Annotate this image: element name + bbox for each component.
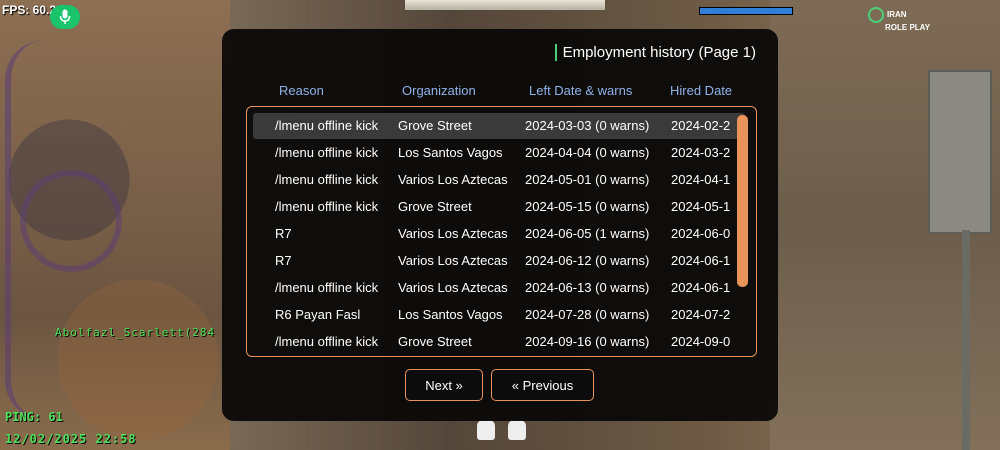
ceiling-light xyxy=(405,0,605,10)
logo-line-2: ROLE PLAY xyxy=(885,23,931,32)
column-headers: Reason Organization Left Date & warns Hi… xyxy=(222,83,778,103)
microphone-icon xyxy=(59,9,71,24)
reason-cell: R6 Payan Fasl xyxy=(275,307,361,322)
hired-date-cell: 2024-06-1 xyxy=(671,280,731,295)
column-header-organization: Organization xyxy=(402,83,476,98)
reason-cell: /lmenu offline kick xyxy=(275,199,379,214)
organization-cell: Grove Street xyxy=(398,334,472,349)
microphone-button[interactable] xyxy=(50,5,80,29)
history-list[interactable]: /lmenu offline kick Grove Street 2024-09-1… xyxy=(246,106,757,357)
hired-date-cell: 2024-06-0 xyxy=(671,226,731,241)
ping-display: PING: 61 xyxy=(5,410,63,424)
hired-date-cell: 2024-05-1 xyxy=(671,199,731,214)
organization-cell: Grove Street xyxy=(398,118,472,133)
history-row[interactable]: /lmenu offline kick Grove Street 2024-09-1… xyxy=(253,329,745,355)
history-row[interactable]: /lmenu offline kick Los Santos Vagos 2024-… xyxy=(253,140,745,166)
left-date-cell: 2024-03-03 (0 warns) xyxy=(525,118,650,133)
reason-cell: /lmenu offline kick xyxy=(275,334,379,349)
reason-cell: /lmenu offline kick xyxy=(275,145,379,160)
employment-history-dialog: Employment history (Page 1) Reason Organ… xyxy=(222,29,778,421)
left-date-cell: 2024-06-13 (0 warns) xyxy=(525,280,650,295)
left-date-cell: 2024-05-01 (0 warns) xyxy=(525,172,650,187)
player-nametag: Abolfazl_Scarlett(284 xyxy=(55,326,216,339)
hired-date-cell: 2024-09-0 xyxy=(671,334,731,349)
server-logo: IRAN ROLE PLAY xyxy=(868,7,930,32)
previous-page-button[interactable]: « Previous xyxy=(491,369,594,401)
history-row[interactable]: R7 Varios Los Aztecas 2024-06-05 (1 warns)… xyxy=(253,221,745,247)
reason-cell: /lmenu offline kick xyxy=(275,280,379,295)
date-time-display: 12/02/2025 22:58 xyxy=(5,432,137,446)
organization-cell: Varios Los Aztecas xyxy=(398,226,508,241)
reason-cell: R7 xyxy=(275,226,292,241)
column-header-reason: Reason xyxy=(279,83,324,98)
scene-right-wall xyxy=(770,0,1000,450)
left-date-cell: 2024-05-15 (0 warns) xyxy=(525,199,650,214)
column-header-left-date: Left Date & warns xyxy=(529,83,633,98)
organization-cell: Los Santos Vagos xyxy=(398,145,503,160)
hired-date-cell: 2024-04-1 xyxy=(671,172,731,187)
logo-line-1: IRAN xyxy=(887,10,907,20)
organization-cell: Los Santos Vagos xyxy=(398,307,503,322)
history-row[interactable]: R7 Varios Los Aztecas 2024-06-12 (0 warns)… xyxy=(253,248,745,274)
pipe xyxy=(962,230,970,450)
logo-icon xyxy=(868,7,884,23)
left-date-cell: 2024-04-04 (0 warns) xyxy=(525,145,650,160)
fps-counter: FPS: 60.2 xyxy=(2,3,57,17)
electrical-panel xyxy=(928,70,992,234)
graffiti-circle xyxy=(20,170,122,272)
left-date-cell: 2024-06-05 (1 warns) xyxy=(525,226,650,241)
reason-cell: /lmenu offline kick xyxy=(275,118,379,133)
organization-cell: Grove Street xyxy=(398,199,472,214)
organization-cell: Varios Los Aztecas xyxy=(398,172,508,187)
list-scrollbar[interactable] xyxy=(737,115,748,287)
history-row[interactable]: /lmenu offline kick Grove Street 2024-03-0… xyxy=(253,113,745,139)
history-row[interactable]: R6 Payan Fasl Los Santos Vagos 2024-07-28 … xyxy=(253,302,745,328)
hired-date-cell: 2024-07-2 xyxy=(671,307,731,322)
history-row[interactable]: /lmenu offline kick Grove Street 2024-05-1… xyxy=(253,194,745,220)
scene-left-wall xyxy=(0,0,230,450)
player-feet xyxy=(475,420,530,440)
next-page-button[interactable]: Next » xyxy=(405,369,483,401)
history-row[interactable]: /lmenu offline kick Varios Los Aztecas 202… xyxy=(253,275,745,301)
hired-date-cell: 2024-06-1 xyxy=(671,253,731,268)
reason-cell: /lmenu offline kick xyxy=(275,172,379,187)
health-bar-fill xyxy=(700,8,792,14)
health-bar xyxy=(699,7,793,15)
left-date-cell: 2024-06-12 (0 warns) xyxy=(525,253,650,268)
dialog-title: Employment history (Page 1) xyxy=(554,44,756,61)
hired-date-cell: 2024-02-2 xyxy=(671,118,731,133)
organization-cell: Varios Los Aztecas xyxy=(398,280,508,295)
reason-cell: R7 xyxy=(275,253,292,268)
organization-cell: Varios Los Aztecas xyxy=(398,253,508,268)
hired-date-cell: 2024-03-2 xyxy=(671,145,731,160)
history-row[interactable]: /lmenu offline kick Varios Los Aztecas 202… xyxy=(253,167,745,193)
column-header-hired-date: Hired Date xyxy=(670,83,733,98)
left-date-cell: 2024-07-28 (0 warns) xyxy=(525,307,650,322)
left-date-cell: 2024-09-16 (0 warns) xyxy=(525,334,650,349)
